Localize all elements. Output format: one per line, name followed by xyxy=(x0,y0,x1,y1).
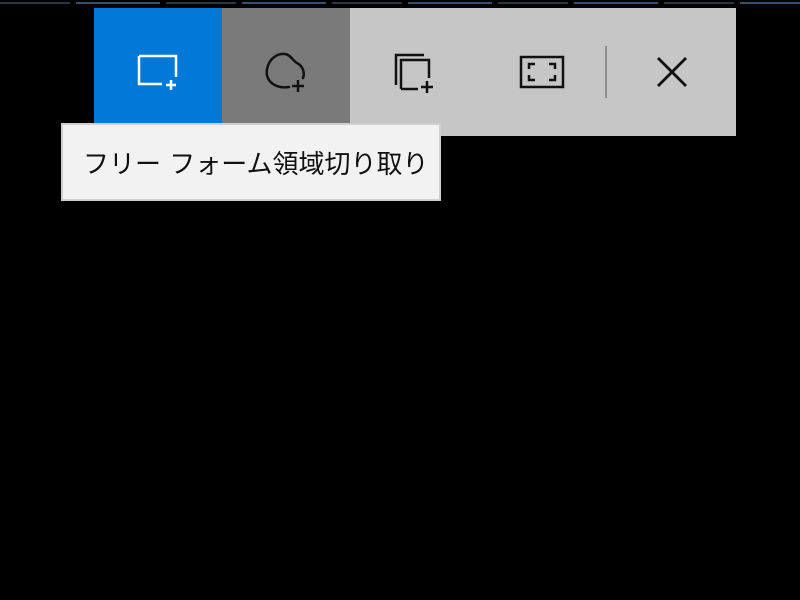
fullscreen-snip-button[interactable] xyxy=(478,8,606,136)
window-snip-button[interactable] xyxy=(350,8,478,136)
fullscreen-icon xyxy=(519,55,565,89)
window-plus-icon xyxy=(392,51,436,93)
snip-toolbar xyxy=(94,8,736,136)
rectangle-plus-icon xyxy=(136,53,180,91)
screen: フリー フォーム領域切り取り xyxy=(0,0,800,600)
close-icon xyxy=(655,55,689,89)
tooltip-text: フリー フォーム領域切り取り xyxy=(83,149,429,180)
tooltip: フリー フォーム領域切り取り xyxy=(61,123,441,201)
freeform-snip-button[interactable] xyxy=(222,8,350,136)
screen-top-edge xyxy=(0,2,800,4)
freeform-plus-icon xyxy=(263,51,309,93)
close-button[interactable] xyxy=(607,8,737,136)
rectangular-snip-button[interactable] xyxy=(94,8,222,136)
